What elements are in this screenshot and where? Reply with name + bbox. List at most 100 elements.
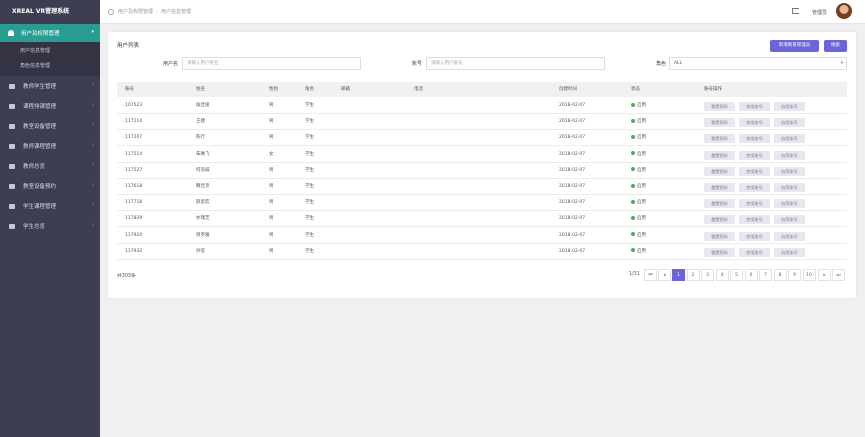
page-button-6[interactable]: 6 (744, 269, 758, 281)
username-input[interactable]: 请输入用户姓名 (182, 57, 361, 70)
sidebar-subitem-user-info[interactable]: 用户信息管理 (0, 44, 100, 59)
disable-account-button[interactable]: 禁用账号 (739, 166, 770, 176)
cell-name: 亦瑾芝 (196, 216, 210, 222)
reset-password-button[interactable]: 重置密码 (704, 118, 735, 128)
logout-icon[interactable] (792, 8, 799, 14)
reset-password-button[interactable]: 重置密码 (704, 199, 735, 209)
enable-account-button[interactable]: 启用账号 (774, 247, 805, 257)
reset-password-button[interactable]: 重置密码 (704, 102, 735, 111)
page-button-5[interactable]: 5 (730, 269, 743, 281)
reset-password-button[interactable]: 重置密码 (704, 150, 735, 160)
status-dot-icon (631, 183, 635, 188)
table-row: 117718 薛思宏 男 学生 2018-02-07 启用 重置密码 禁用账号 启用账号 (117, 195, 847, 212)
disable-account-button[interactable]: 禁用账号 (739, 231, 770, 241)
enable-account-button[interactable]: 启用账号 (774, 134, 805, 144)
sidebar-item-label: 教室设备预约 (23, 184, 57, 190)
reset-password-button[interactable]: 重置密码 (704, 134, 735, 144)
cell-name: 孙莹 (196, 248, 205, 254)
status-badge: 启用 (631, 244, 646, 260)
cell-name: 薛思宏 (196, 200, 210, 206)
reset-password-button[interactable]: 重置密码 (704, 215, 735, 225)
sidebar-item-teacher-student[interactable]: 教师学生管理 › (0, 76, 100, 96)
add-admin-button[interactable]: 新增教育管理员 (770, 40, 819, 52)
reset-password-button[interactable]: 重置密码 (704, 231, 735, 241)
status-badge: 启用 (631, 163, 646, 179)
cell-created: 2018-02-07 (559, 167, 586, 173)
table-header: 账号 姓名 性别 角色 邮箱 电话 创建时间 状态 账号操作 (117, 82, 847, 97)
sidebar-item-student-overview[interactable]: 学生总览 › (0, 216, 100, 236)
enable-account-button[interactable]: 启用账号 (774, 231, 805, 241)
page-button-2[interactable]: 2 (686, 269, 700, 281)
cell-role: 学生 (305, 248, 314, 254)
cell-account: 117829 (125, 216, 143, 222)
page-button-1[interactable]: 1 (672, 269, 685, 281)
breadcrumb-item[interactable]: 用户及权限管理 (118, 8, 153, 15)
reset-password-button[interactable]: 重置密码 (704, 166, 735, 176)
disable-account-button[interactable]: 禁用账号 (739, 102, 770, 111)
cell-created: 2018-02-07 (559, 200, 586, 206)
reset-password-button[interactable]: 重置密码 (704, 183, 735, 192)
enable-account-button[interactable]: 启用账号 (774, 166, 805, 176)
sidebar-item-classroom-booking[interactable]: 教室设备预约 › (0, 176, 100, 196)
avatar[interactable] (836, 3, 852, 19)
table-row: 117527 何浩威 男 学生 2018-02-07 启用 重置密码 禁用账号 启用账号 (117, 163, 847, 179)
sidebar-item-label: 学生课程管理 (23, 204, 57, 210)
sidebar-item-teacher-overview[interactable]: 教师总览 › (0, 156, 100, 176)
page-button-3[interactable]: 3 (701, 269, 714, 281)
cell-created: 2018-02-07 (559, 184, 586, 189)
page-button-9[interactable]: 9 (788, 269, 801, 281)
status-dot-icon (631, 232, 635, 237)
copy-icon (9, 163, 15, 169)
cell-account: 117114 (125, 119, 143, 125)
chevron-down-icon: ▾ (91, 29, 94, 35)
sidebar-item-course-schedule[interactable]: 课程排课管理 › (0, 96, 100, 116)
page-button-8[interactable]: 8 (773, 269, 787, 281)
enable-account-button[interactable]: 启用账号 (774, 183, 805, 192)
cell-account: 117920 (125, 232, 143, 238)
sidebar-item-student-course[interactable]: 学生课程管理 › (0, 196, 100, 216)
status-text: 启用 (637, 200, 646, 206)
page-button-10[interactable]: 10 (802, 269, 816, 281)
enable-account-button[interactable]: 启用账号 (774, 102, 805, 111)
disable-account-button[interactable]: 禁用账号 (739, 215, 770, 225)
breadcrumb-separator: › (156, 8, 159, 15)
cell-role: 学生 (305, 216, 314, 222)
table-row: 117920 周罗雅 男 学生 2018-02-07 启用 重置密码 禁用账号 启用账号 (117, 228, 847, 244)
sidebar-item-classroom-device[interactable]: 教室设备管理 › (0, 116, 100, 136)
disable-account-button[interactable]: 禁用账号 (739, 150, 770, 160)
enable-account-button[interactable]: 启用账号 (774, 199, 805, 209)
cell-role: 学生 (305, 119, 314, 125)
prev-page-icon[interactable]: ◂ (658, 269, 671, 281)
sidebar-item-teacher-course[interactable]: 教师课程管理 › (0, 136, 100, 156)
status-text: 启用 (637, 216, 646, 222)
admin-label[interactable]: 管理员 (812, 9, 827, 16)
cell-created: 2018-02-07 (559, 232, 586, 238)
next-page-icon[interactable]: ▸ (818, 269, 831, 281)
sidebar-item-user-permission[interactable]: 用户及权限管理 ▾ (0, 24, 100, 42)
search-button[interactable]: 搜索 (824, 40, 847, 52)
reset-password-button[interactable]: 重置密码 (704, 247, 735, 257)
page-button-4[interactable]: 4 (715, 269, 729, 281)
page-title: 用户列表 (117, 43, 140, 49)
status-text: 启用 (637, 119, 646, 125)
disable-account-button[interactable]: 禁用账号 (739, 134, 770, 144)
status-dot-icon (631, 167, 635, 172)
disable-account-button[interactable]: 禁用账号 (739, 118, 770, 128)
enable-account-button[interactable]: 启用账号 (774, 150, 805, 160)
page-button-7[interactable]: 7 (759, 269, 772, 281)
account-input[interactable]: 请输入用户账号 (426, 57, 605, 70)
users-icon (9, 83, 15, 89)
enable-account-button[interactable]: 启用账号 (774, 118, 805, 128)
sidebar-subitem-role-info[interactable]: 角色信息管理 (0, 59, 100, 74)
pager-info: 1/31 (629, 272, 640, 277)
chevron-right-icon: › (92, 82, 94, 88)
disable-account-button[interactable]: 禁用账号 (739, 199, 770, 209)
cell-name: 朱琳飞 (196, 151, 210, 157)
first-page-icon[interactable]: ⏮ (644, 269, 657, 281)
status-text: 启用 (637, 248, 646, 254)
disable-account-button[interactable]: 禁用账号 (739, 247, 770, 257)
last-page-icon[interactable]: ⏭ (832, 269, 845, 281)
disable-account-button[interactable]: 禁用账号 (739, 183, 770, 192)
role-select[interactable]: ALL ▾ (669, 57, 847, 70)
enable-account-button[interactable]: 启用账号 (774, 215, 805, 225)
